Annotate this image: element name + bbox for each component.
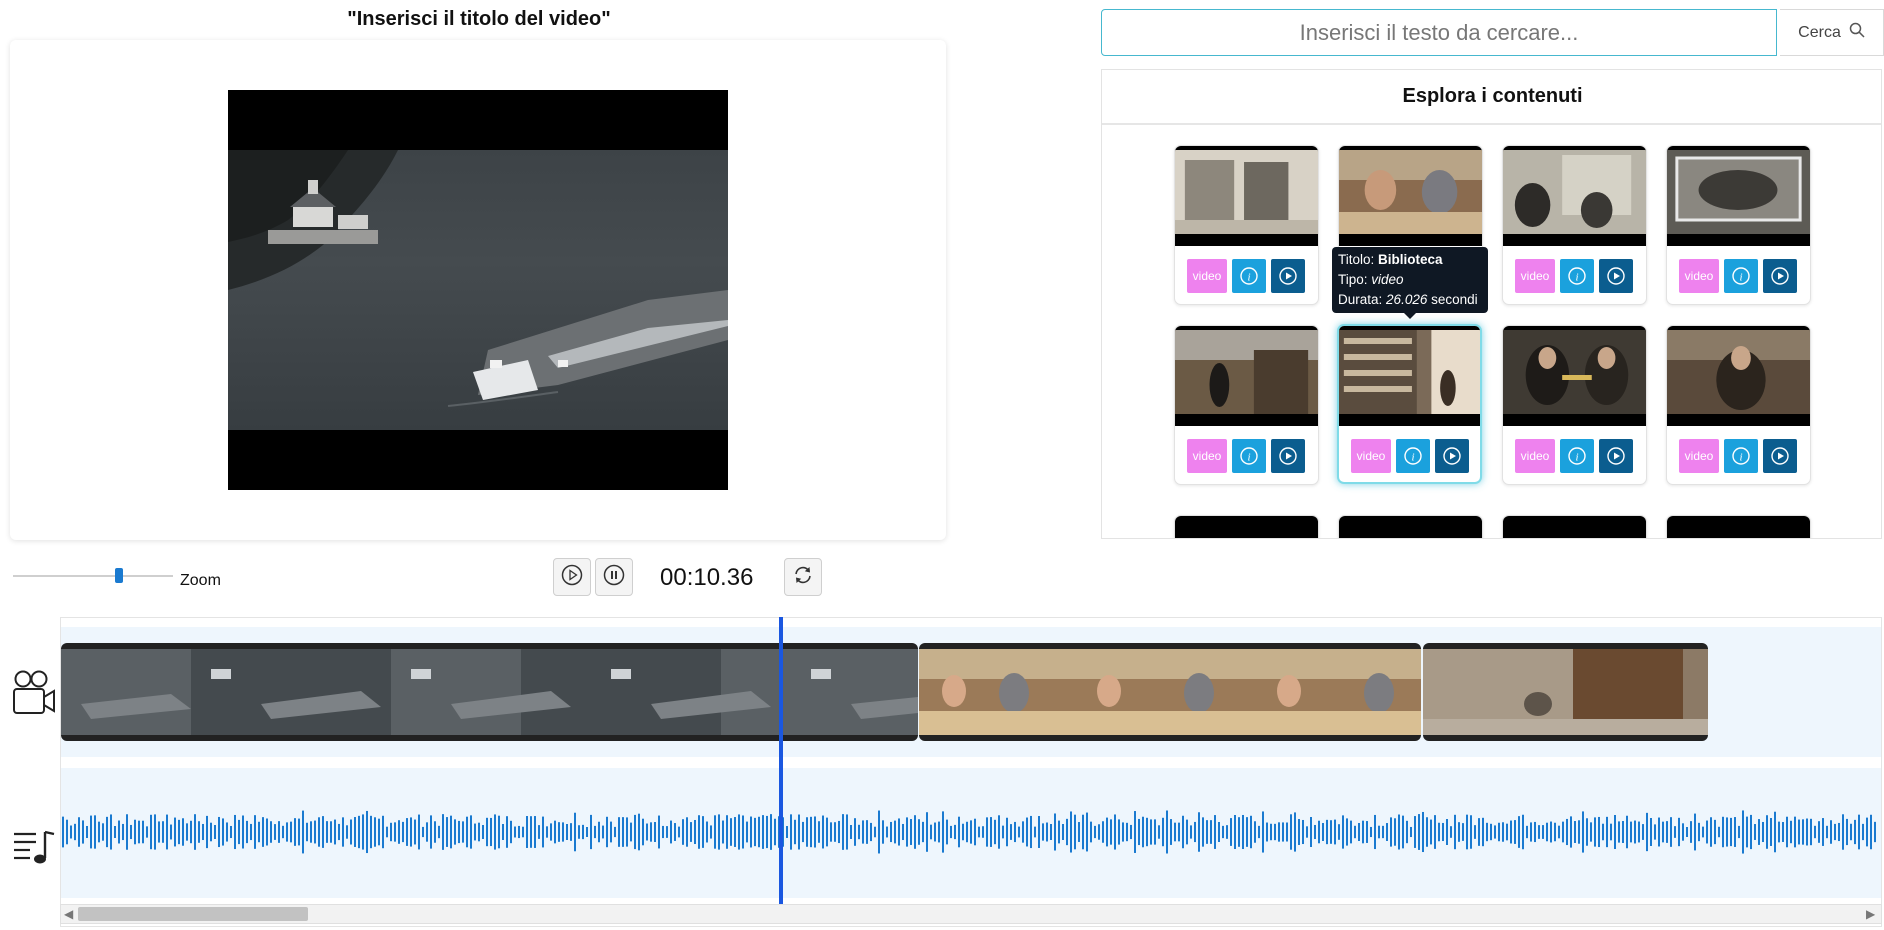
zoom-label: Zoom <box>180 572 221 589</box>
play-circle-icon[interactable] <box>1599 259 1633 293</box>
svg-text:i: i <box>1575 272 1578 284</box>
content-card[interactable] <box>1666 515 1811 538</box>
card-type-badge[interactable]: video <box>1187 259 1227 293</box>
music-playlist-icon <box>12 830 56 871</box>
tooltip-title-value: Biblioteca <box>1378 252 1443 267</box>
clip-filmstrip <box>1423 649 1708 735</box>
info-icon[interactable]: i <box>1560 259 1594 293</box>
refresh-icon <box>791 563 815 592</box>
card-thumbnail[interactable] <box>1175 326 1318 426</box>
info-icon[interactable]: i <box>1232 259 1266 293</box>
scroll-left-arrow-icon[interactable]: ◀ <box>64 907 73 921</box>
clip-filmstrip <box>919 649 1421 735</box>
timeline-clip[interactable] <box>61 643 918 741</box>
card-type-badge[interactable]: video <box>1515 259 1555 293</box>
zoom-slider-handle[interactable] <box>115 568 123 583</box>
play-circle-icon[interactable] <box>1599 439 1633 473</box>
content-card[interactable] <box>1174 515 1319 538</box>
content-explorer: Esplora i contenuti video i video i vide… <box>1101 69 1882 539</box>
svg-text:i: i <box>1739 272 1742 284</box>
card-thumbnail[interactable] <box>1339 146 1482 246</box>
card-type-badge[interactable]: video <box>1679 439 1719 473</box>
card-thumbnail[interactable] <box>1175 146 1318 246</box>
card-thumbnail[interactable] <box>1339 516 1482 538</box>
info-icon[interactable]: i <box>1396 439 1430 473</box>
card-thumbnail[interactable] <box>1503 146 1646 246</box>
card-thumbnail[interactable] <box>1667 326 1810 426</box>
card-thumbnail[interactable] <box>1339 326 1480 426</box>
content-card[interactable]: video i <box>1502 325 1647 485</box>
video-camera-icon <box>12 670 56 721</box>
info-icon[interactable]: i <box>1232 439 1266 473</box>
content-tooltip: Titolo: Biblioteca Tipo: video Durata: 2… <box>1332 247 1488 319</box>
timeline-scrollbar[interactable] <box>60 904 1882 924</box>
scrollbar-thumb[interactable] <box>78 907 308 921</box>
card-type-badge[interactable]: video <box>1187 439 1227 473</box>
play-circle-icon[interactable] <box>1435 439 1469 473</box>
timecode-display: 00:10.36 <box>660 564 754 591</box>
content-card[interactable] <box>1502 515 1647 538</box>
svg-text:i: i <box>1247 272 1250 284</box>
svg-text:i: i <box>1247 452 1250 464</box>
audio-waveform <box>62 810 1876 854</box>
search-button[interactable]: Cerca <box>1780 9 1884 56</box>
play-circle-icon[interactable] <box>1271 259 1305 293</box>
video-preview[interactable] <box>228 90 728 490</box>
info-icon[interactable]: i <box>1724 259 1758 293</box>
info-icon[interactable]: i <box>1560 439 1594 473</box>
scroll-right-arrow-icon[interactable]: ▶ <box>1866 907 1875 921</box>
content-card[interactable] <box>1338 515 1483 538</box>
card-thumbnail[interactable] <box>1667 146 1810 246</box>
play-circle-icon[interactable] <box>1763 439 1797 473</box>
content-card-selected[interactable]: video i <box>1337 324 1482 484</box>
preview-frame-image <box>228 150 728 430</box>
tooltip-type-value: video <box>1371 272 1404 287</box>
content-card[interactable]: video i <box>1174 325 1319 485</box>
play-button[interactable] <box>553 558 591 596</box>
pause-button[interactable] <box>595 558 633 596</box>
pause-icon <box>602 563 626 592</box>
card-type-badge[interactable]: video <box>1351 439 1391 473</box>
tooltip-duration-value: 26.026 <box>1386 292 1428 307</box>
zoom-slider-track[interactable] <box>13 575 173 577</box>
tooltip-type-label: Tipo: <box>1338 272 1368 287</box>
content-card[interactable]: video i <box>1502 145 1647 305</box>
tooltip-title-label: Titolo: <box>1338 252 1375 267</box>
play-circle-icon[interactable] <box>1271 439 1305 473</box>
explorer-title: Esplora i contenuti <box>1102 70 1881 125</box>
refresh-button[interactable] <box>784 558 822 596</box>
content-card[interactable]: video i <box>1174 145 1319 305</box>
card-thumbnail[interactable] <box>1175 516 1318 538</box>
card-thumbnail[interactable] <box>1667 516 1810 538</box>
search-button-label: Cerca <box>1798 23 1841 41</box>
tooltip-duration-label: Durata: <box>1338 292 1383 307</box>
play-circle-icon[interactable] <box>1763 259 1797 293</box>
search-input[interactable] <box>1101 9 1777 56</box>
card-thumbnail[interactable] <box>1503 516 1646 538</box>
timeline-clip[interactable] <box>1423 643 1708 741</box>
card-type-badge[interactable]: video <box>1679 259 1719 293</box>
svg-text:i: i <box>1739 452 1742 464</box>
tooltip-duration-unit: secondi <box>1431 292 1478 307</box>
playhead[interactable] <box>779 617 783 907</box>
info-icon[interactable]: i <box>1724 439 1758 473</box>
svg-text:i: i <box>1411 452 1414 464</box>
content-card[interactable]: video i <box>1666 145 1811 305</box>
svg-text:i: i <box>1575 452 1578 464</box>
preview-panel <box>10 40 946 540</box>
video-title[interactable]: "Inserisci il titolo del video" <box>10 8 948 31</box>
search-icon <box>1849 22 1865 43</box>
content-card[interactable]: video i <box>1666 325 1811 485</box>
play-icon <box>560 563 584 592</box>
card-type-badge[interactable]: video <box>1515 439 1555 473</box>
clip-filmstrip <box>61 649 918 735</box>
card-thumbnail[interactable] <box>1503 326 1646 426</box>
timeline-clip[interactable] <box>919 643 1421 741</box>
